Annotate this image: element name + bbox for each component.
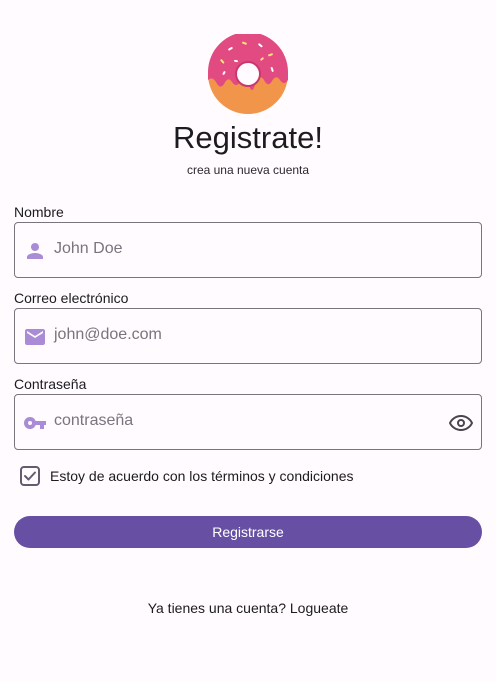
register-screen: Registrate! crea una nueva cuenta Nombre… [0,0,496,682]
register-button[interactable]: Registrarse [14,516,482,548]
terms-checkbox[interactable] [20,466,40,486]
email-input[interactable]: john@doe.com [54,326,162,344]
page-subtitle: crea una nueva cuenta [186,163,310,177]
name-field[interactable]: John Doe [14,222,482,278]
name-field-label: Nombre [14,204,64,220]
terms-label[interactable]: Estoy de acuerdo con los términos y cond… [50,468,410,484]
password-input[interactable]: contraseña [54,412,133,430]
password-field[interactable]: contraseña [14,394,482,450]
donut-logo [208,34,288,114]
login-link[interactable]: Ya tienes una cuenta? Logueate [0,600,496,616]
page-title: Registrate! [173,120,323,155]
eye-icon[interactable] [449,411,473,435]
key-icon [23,417,46,429]
email-field[interactable]: john@doe.com [14,308,482,364]
mail-icon [25,329,45,345]
name-input[interactable]: John Doe [54,240,123,258]
password-field-label: Contraseña [14,376,87,392]
person-icon [27,243,43,259]
email-field-label: Correo electrónico [14,290,129,306]
